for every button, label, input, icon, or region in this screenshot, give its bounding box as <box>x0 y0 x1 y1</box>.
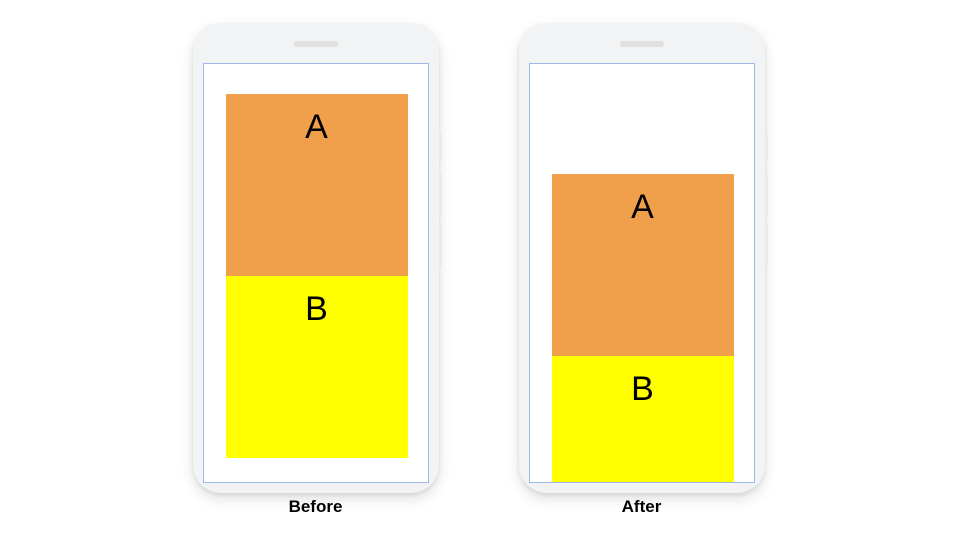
side-button-icon <box>765 173 768 217</box>
speaker-slot <box>294 41 338 47</box>
speaker-slot <box>620 41 664 47</box>
side-button-icon <box>439 133 442 161</box>
screen-viewport: A B <box>203 63 429 483</box>
screen-viewport: A B <box>529 63 755 483</box>
block-a: A <box>552 174 734 356</box>
block-b: B <box>226 276 408 458</box>
side-button-icon <box>765 223 768 267</box>
caption-before: Before <box>193 497 439 517</box>
side-button-icon <box>765 133 768 161</box>
phone-before: A B Before <box>193 23 439 517</box>
phone-frame: A B <box>193 23 439 493</box>
side-button-icon <box>439 173 442 217</box>
caption-after: After <box>519 497 765 517</box>
side-button-icon <box>439 223 442 267</box>
phone-after: A B After <box>519 23 765 517</box>
phone-frame: A B <box>519 23 765 493</box>
block-a: A <box>226 94 408 276</box>
block-b: B <box>552 356 734 483</box>
